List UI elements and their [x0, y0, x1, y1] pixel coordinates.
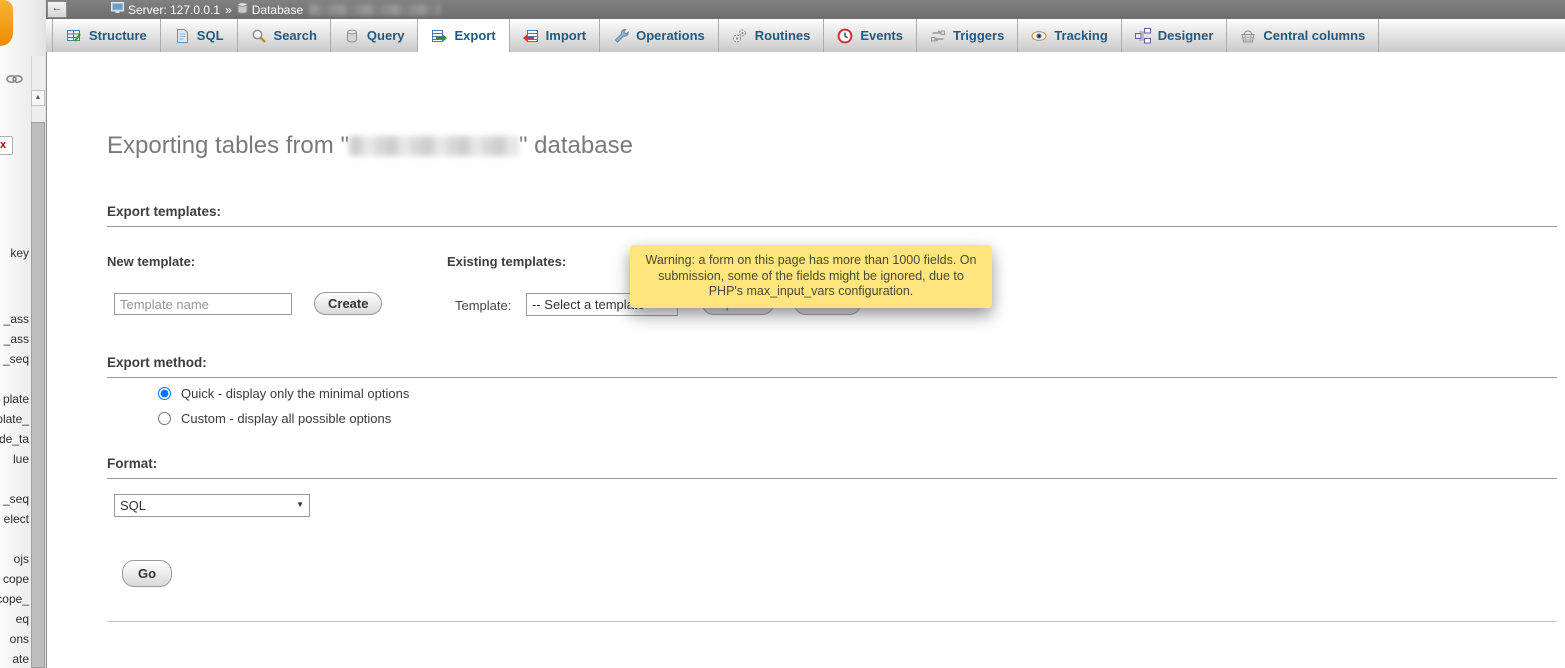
database-icon — [237, 2, 248, 17]
redacted-database-name — [349, 136, 519, 156]
routines-icon — [732, 28, 748, 44]
export-method-quick-option[interactable]: Quick - display only the minimal options — [158, 386, 409, 401]
tab-label: Search — [274, 28, 317, 43]
operations-icon — [613, 28, 629, 44]
tab-label: Export — [454, 28, 495, 43]
tab-search[interactable]: Search — [238, 19, 331, 52]
tab-label: Structure — [89, 28, 147, 43]
page-title-suffix: " database — [519, 132, 633, 159]
breadcrumb-server[interactable]: Server: 127.0.0.1 — [128, 3, 220, 17]
nav-tree-item[interactable]: plate — [3, 392, 29, 406]
tab-import[interactable]: Import — [510, 19, 600, 52]
go-button[interactable]: Go — [122, 560, 172, 587]
format-select[interactable]: SQL — [115, 495, 309, 516]
new-template-label: New template: — [107, 254, 195, 269]
sidebar-scrollbar: ▲ — [31, 56, 45, 668]
custom-radio[interactable] — [158, 412, 171, 425]
main-content: Exporting tables from " " database Export… — [47, 52, 1565, 668]
scroll-up-arrow[interactable]: ▲ — [31, 90, 45, 106]
chain-link-icon[interactable] — [6, 72, 23, 90]
breadcrumb-bar: ← Server: 127.0.0.1 » Database — [46, 0, 1565, 19]
template-label: Template: — [455, 298, 511, 313]
tab-label: Designer — [1158, 28, 1214, 43]
tab-bar: Structure SQL Search Query Export Import… — [46, 19, 1565, 52]
nav-tree-item[interactable]: plate_ — [0, 412, 29, 426]
nav-tree-item[interactable]: key — [10, 246, 29, 260]
nav-tree-item[interactable]: eq — [16, 612, 29, 626]
bottom-divider — [107, 621, 1557, 622]
page-title-prefix: Exporting tables from " — [107, 132, 349, 159]
scrollbar-thumb[interactable] — [31, 122, 45, 668]
nav-tree-item[interactable]: cope — [3, 572, 29, 586]
phpmyadmin-export-page: x key _ass _ass _seq plate plate_ de_ta … — [0, 0, 1565, 668]
tracking-icon — [1031, 28, 1047, 44]
tab-export[interactable]: Export — [418, 19, 509, 52]
monitor-icon — [111, 2, 124, 17]
sql-icon — [174, 28, 190, 44]
nav-tree-item[interactable]: cope_ — [0, 592, 29, 606]
triggers-icon — [930, 28, 946, 44]
quick-radio-label: Quick - display only the minimal options — [181, 386, 409, 401]
clear-filter-button[interactable]: x — [0, 136, 13, 155]
nav-tree-item[interactable]: _ass — [4, 312, 29, 326]
query-icon — [344, 28, 360, 44]
quick-radio[interactable] — [158, 387, 171, 400]
tab-label: Triggers — [953, 28, 1004, 43]
tab-routines[interactable]: Routines — [719, 19, 825, 52]
nav-tree-item[interactable]: _ass — [4, 332, 29, 346]
tab-label: Tracking — [1054, 28, 1107, 43]
search-icon — [251, 28, 267, 44]
tab-label: SQL — [197, 28, 224, 43]
nav-tree-item[interactable]: _seq — [3, 352, 29, 366]
tab-label: Events — [860, 28, 903, 43]
export-icon — [431, 28, 447, 44]
format-heading: Format: — [107, 456, 1557, 479]
tab-label: Query — [367, 28, 405, 43]
tab-label: Central columns — [1263, 28, 1365, 43]
designer-icon — [1135, 28, 1151, 44]
tab-label: Import — [546, 28, 586, 43]
tab-triggers[interactable]: Triggers — [917, 19, 1018, 52]
tab-central-columns[interactable]: Central columns — [1227, 19, 1379, 52]
nav-tree-item[interactable]: ojs — [14, 552, 29, 566]
tab-label: Routines — [755, 28, 811, 43]
central-columns-icon — [1240, 28, 1256, 44]
template-name-input[interactable] — [114, 293, 292, 315]
tab-operations[interactable]: Operations — [600, 19, 719, 52]
phpmyadmin-logo — [0, 0, 13, 46]
breadcrumb-separator: » — [225, 3, 232, 17]
tab-query[interactable]: Query — [331, 19, 419, 52]
nav-tree-item[interactable]: ons — [10, 632, 29, 646]
tab-events[interactable]: Events — [824, 19, 917, 52]
tab-sql[interactable]: SQL — [161, 19, 238, 52]
export-method-custom-option[interactable]: Custom - display all possible options — [158, 411, 391, 426]
format-select-wrapper: SQL — [114, 494, 310, 517]
create-template-button[interactable]: Create — [314, 292, 382, 315]
breadcrumb-database[interactable]: Database — [252, 3, 303, 17]
max-input-vars-warning-tooltip: Warning: a form on this page has more th… — [630, 245, 992, 308]
import-icon — [523, 28, 539, 44]
custom-radio-label: Custom - display all possible options — [181, 411, 391, 426]
tab-structure[interactable]: Structure — [52, 19, 161, 52]
tab-designer[interactable]: Designer — [1122, 19, 1228, 52]
redacted-database-name — [309, 4, 441, 15]
nav-tree-item[interactable]: ate — [12, 652, 29, 666]
tab-label: Operations — [636, 28, 705, 43]
events-icon — [837, 28, 853, 44]
page-title: Exporting tables from " " database — [107, 132, 633, 160]
navigation-sidebar: x key _ass _ass _seq plate plate_ de_ta … — [0, 0, 47, 668]
nav-tree-item[interactable]: lue — [13, 452, 29, 466]
nav-tree-item[interactable]: _seq — [3, 492, 29, 506]
existing-templates-label: Existing templates: — [447, 254, 566, 269]
tab-tracking[interactable]: Tracking — [1018, 19, 1121, 52]
back-arrow-button[interactable]: ← — [47, 1, 67, 18]
export-method-heading: Export method: — [107, 355, 1557, 378]
nav-tree-item[interactable]: elect — [4, 512, 29, 526]
nav-tree-item[interactable]: de_ta — [0, 432, 29, 446]
structure-icon — [66, 28, 82, 44]
export-templates-heading: Export templates: — [107, 204, 1557, 227]
